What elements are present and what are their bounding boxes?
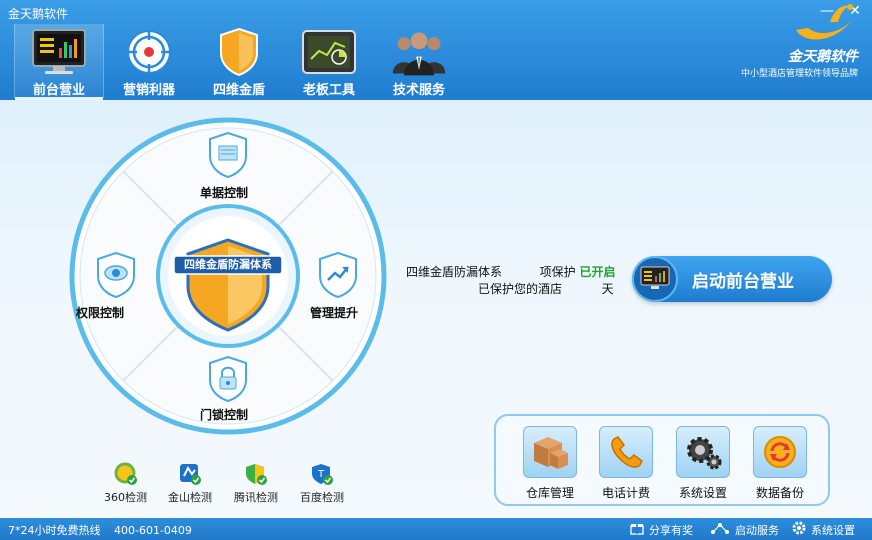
dashboard-chart-icon: [301, 26, 357, 77]
eye-shield-icon[interactable]: [96, 251, 136, 299]
status-line1-mid: 项保护: [539, 265, 576, 279]
center-shield-icon: 四维金盾防漏体系: [172, 234, 284, 332]
tab-label: 营销利器: [122, 83, 175, 98]
shield-wheel: 单据控制 权限控制 管理提升 门锁控制 四维金盾防漏体系: [68, 116, 388, 436]
tab-label: 前台营业: [32, 83, 85, 98]
refresh-icon: [753, 426, 807, 478]
tab-boss-tools[interactable]: 老板工具: [284, 24, 374, 98]
check-label: 金山检测: [168, 491, 212, 504]
system-settings-link[interactable]: 系统设置: [792, 521, 855, 538]
tab-label: 老板工具: [302, 83, 355, 98]
check-label: 百度检测: [300, 491, 344, 504]
start-front-desk-button[interactable]: 启动前台营业: [632, 256, 832, 302]
trend-shield-icon[interactable]: [318, 251, 358, 299]
tool-label: 仓库管理: [525, 486, 574, 500]
hotline-number: 400-601-0409: [114, 524, 192, 537]
status-line1-prefix: 四维金盾防漏体系: [406, 265, 503, 279]
boxes-icon: [523, 426, 577, 478]
brand-name: 金天鹅软件: [788, 49, 858, 65]
swan-logo-icon: [790, 0, 860, 47]
360-check-icon: [114, 462, 138, 486]
check-360[interactable]: 360检测: [104, 462, 147, 505]
share-rewards-link[interactable]: 分享有奖: [630, 521, 693, 538]
tools-panel: 仓库管理 电话计费 系统设置 数据备份: [494, 414, 830, 506]
gift-icon: [630, 521, 644, 538]
tab-marketing[interactable]: 营销利器: [104, 24, 194, 98]
share-label: 分享有奖: [649, 523, 693, 537]
tab-label: 四维金盾: [212, 83, 265, 98]
tool-label: 数据备份: [755, 486, 804, 500]
tab-golden-shield[interactable]: 四维金盾: [194, 24, 284, 98]
system-settings-tool-button[interactable]: 系统设置: [673, 426, 733, 501]
lock-shield-icon[interactable]: [208, 355, 248, 403]
start-service-link[interactable]: 启动服务: [710, 521, 779, 538]
tool-label: 电话计费: [601, 486, 650, 500]
wheel-label-door-lock[interactable]: 门锁控制: [200, 406, 248, 423]
gear-icon: [792, 521, 806, 538]
brand-slogan: 中小型酒店管理软件领导品牌: [740, 69, 858, 79]
target-icon: [121, 26, 177, 77]
monitor-chart-icon: [31, 26, 87, 77]
tool-label: 系统设置: [678, 486, 727, 500]
status-line2-suffix: 天: [601, 282, 614, 296]
status-line2-prefix: 已保护您的酒店: [478, 282, 563, 296]
start-button-label: 启动前台营业: [692, 271, 794, 292]
monitor-icon: [632, 256, 678, 302]
settings-label: 系统设置: [811, 523, 855, 537]
phone-icon: [599, 426, 653, 478]
wheel-label-documents[interactable]: 单据控制: [200, 184, 248, 201]
check-tencent[interactable]: 腾讯检测: [234, 462, 278, 505]
data-backup-button[interactable]: 数据备份: [750, 426, 810, 501]
status-bar: 7*24小时免费热线 400-601-0409 分享有奖 启动服务 系统设置: [0, 518, 872, 540]
tencent-check-icon: [244, 462, 268, 486]
header: 金天鹅软件 — ✕ 前台营业 营销利器 四维金盾 老板工具 技术服务 金天鹅软件…: [0, 0, 872, 100]
tab-label: 技术服务: [392, 83, 445, 98]
check-label: 360检测: [104, 491, 147, 504]
network-icon: [710, 521, 730, 538]
window-title: 金天鹅软件: [8, 7, 69, 21]
tab-front-desk[interactable]: 前台营业: [14, 24, 104, 100]
kingsoft-check-icon: [178, 462, 202, 486]
baidu-check-icon: T: [310, 462, 334, 486]
hotline-label: 7*24小时免费热线: [8, 524, 101, 537]
protection-status: 四维金盾防漏体系 项保护 已开启 已保护您的酒店 天: [406, 264, 616, 298]
tab-tech-service[interactable]: 技术服务: [374, 24, 464, 98]
gears-icon: [676, 426, 730, 478]
people-icon: [391, 26, 447, 77]
shield-icon: [211, 26, 267, 77]
start-service-label: 启动服务: [735, 523, 779, 537]
phone-billing-button[interactable]: 电话计费: [596, 426, 656, 501]
wheel-label-permissions[interactable]: 权限控制: [76, 304, 124, 321]
app-window: 金天鹅软件 — ✕ 前台营业 营销利器 四维金盾 老板工具 技术服务 金天鹅软件…: [0, 0, 872, 540]
hotline: 7*24小时免费热线 400-601-0409: [8, 522, 192, 538]
check-label: 腾讯检测: [234, 491, 278, 504]
wheel-label-management[interactable]: 管理提升: [310, 304, 358, 321]
warehouse-button[interactable]: 仓库管理: [520, 426, 580, 501]
check-baidu[interactable]: T 百度检测: [300, 462, 344, 505]
check-kingsoft[interactable]: 金山检测: [168, 462, 212, 505]
status-enabled-badge: 已开启: [579, 265, 616, 279]
center-shield-title: 四维金盾防漏体系: [184, 258, 272, 271]
document-shield-icon[interactable]: [208, 131, 248, 179]
main-nav: 前台营业 营销利器 四维金盾 老板工具 技术服务: [14, 24, 464, 100]
